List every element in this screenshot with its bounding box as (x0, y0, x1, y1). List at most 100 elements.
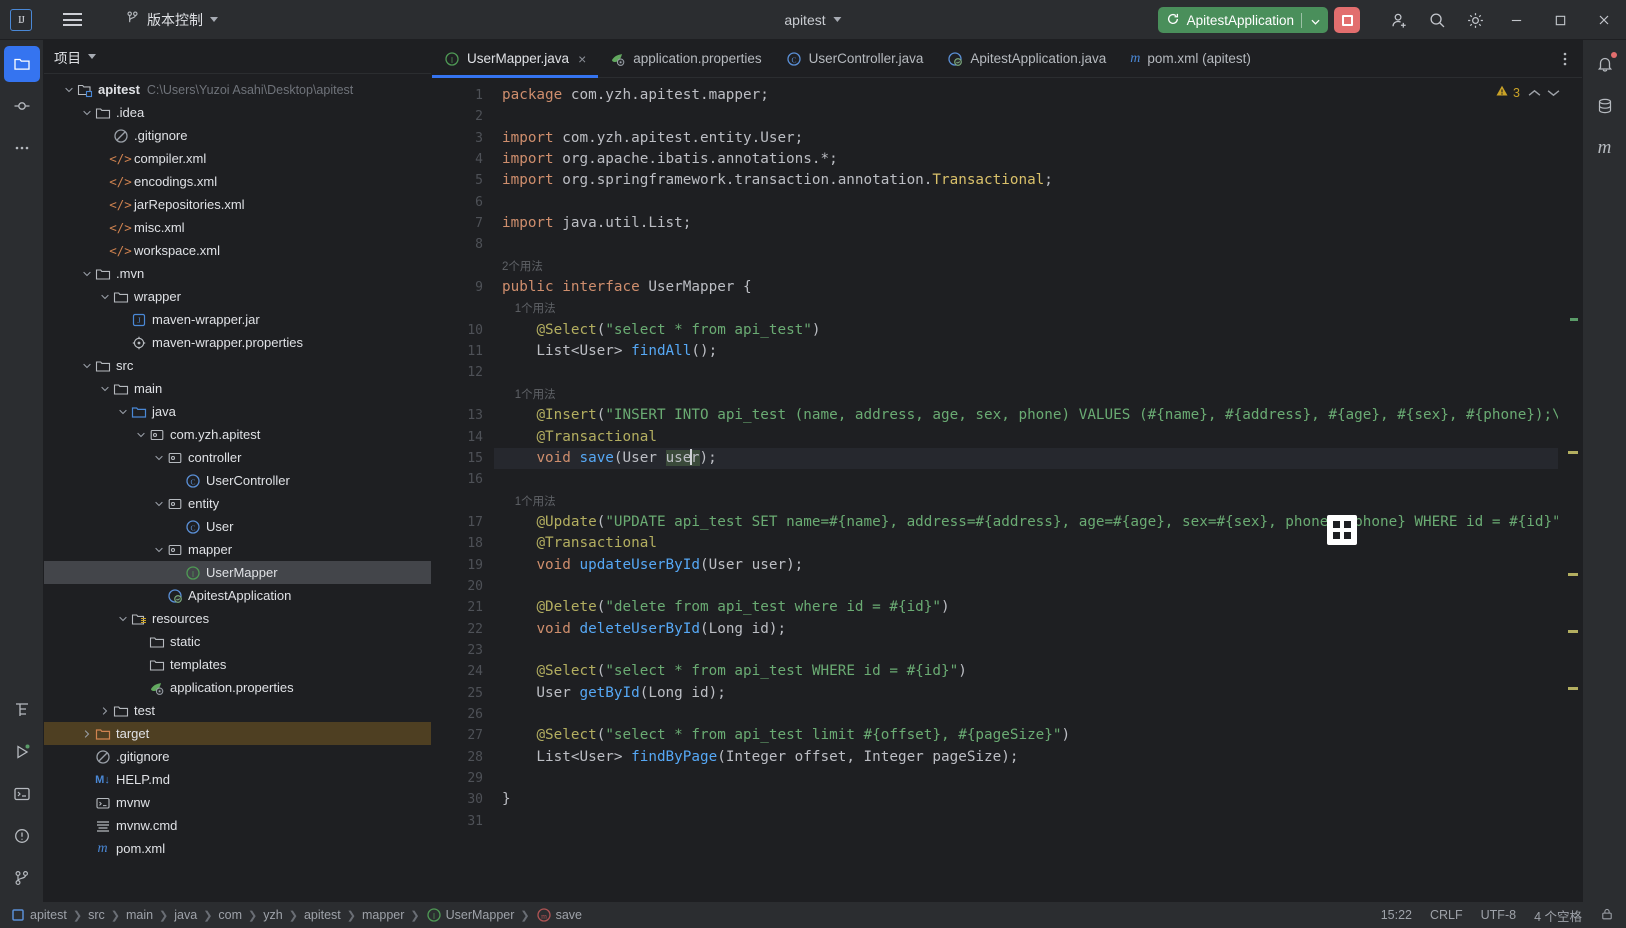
tree-node-compiler.xml[interactable]: </> compiler.xml (44, 147, 431, 170)
maximize-icon[interactable] (1538, 0, 1582, 40)
code-line[interactable]: @Select("select * from api_test limit #{… (494, 725, 1558, 746)
tree-node-templates[interactable]: templates (44, 653, 431, 676)
code-line[interactable]: package com.yzh.apitest.mapper; (494, 85, 1558, 106)
tree-node-controller[interactable]: controller (44, 446, 431, 469)
inlay-hint-usages[interactable]: 1个用法 (494, 384, 1558, 405)
intellij-idea-logo-icon[interactable]: IJ (10, 8, 32, 31)
code-line[interactable] (494, 811, 1558, 832)
tree-node-.idea[interactable]: .idea (44, 101, 431, 124)
code-line[interactable]: @Select("select * from api_test") (494, 320, 1558, 341)
lock-icon[interactable] (1600, 907, 1614, 924)
tree-node-main[interactable]: main (44, 377, 431, 400)
selected-identifier[interactable]: user (665, 448, 700, 466)
breadcrumb-item-main[interactable]: main (126, 908, 153, 922)
tree-node-src[interactable]: src (44, 354, 431, 377)
error-stripe[interactable] (1558, 78, 1582, 902)
status-line-separator[interactable]: CRLF (1430, 908, 1463, 922)
code-line[interactable]: public interface UserMapper { (494, 277, 1558, 298)
tab-usercontroller.java[interactable]: C UserController.java (774, 40, 936, 77)
code-line[interactable] (494, 704, 1558, 725)
breadcrumb-item-java[interactable]: java (174, 908, 197, 922)
sidebar-item-git[interactable] (4, 860, 40, 896)
tree-node-mvnw.cmd[interactable]: mvnw.cmd (44, 814, 431, 837)
tree-node-misc.xml[interactable]: </> misc.xml (44, 216, 431, 239)
breadcrumb-item-apitest[interactable]: apitest (10, 907, 67, 923)
stop-button[interactable] (1334, 7, 1360, 33)
breadcrumb-item-save[interactable]: m save (536, 907, 582, 923)
tree-node-mapper[interactable]: mapper (44, 538, 431, 561)
chevron-right-icon[interactable] (98, 699, 112, 722)
status-encoding[interactable]: UTF-8 (1481, 908, 1516, 922)
code-line[interactable]: import java.util.List; (494, 213, 1558, 234)
sidebar-item-more[interactable] (4, 130, 40, 166)
more-vertical-icon[interactable] (1548, 40, 1582, 77)
code-line[interactable]: List<User> findAll(); (494, 341, 1558, 362)
tree-node-maven-wrapper.jar[interactable]: Jmaven-wrapper.jar (44, 308, 431, 331)
chevron-down-icon[interactable] (152, 446, 166, 469)
code-line[interactable]: @Insert("INSERT INTO api_test (name, add… (494, 405, 1558, 426)
code-line[interactable]: @Update("UPDATE api_test SET name=#{name… (494, 512, 1558, 533)
code-line[interactable]: @Transactional (494, 533, 1558, 554)
tree-node-wrapper[interactable]: wrapper (44, 285, 431, 308)
tree-node-target[interactable]: target (44, 722, 431, 745)
breadcrumb-item-usermapper[interactable]: I UserMapper (426, 907, 514, 923)
inspection-nav[interactable] (1528, 89, 1541, 97)
code-line[interactable]: User getById(Long id); (494, 683, 1558, 704)
chevron-down-icon[interactable] (116, 607, 130, 630)
tab-pom.xml--apitest-[interactable]: m pom.xml (apitest) (1118, 40, 1263, 77)
database-icon[interactable] (1587, 88, 1623, 124)
tree-node-maven-wrapper.properties[interactable]: maven-wrapper.properties (44, 331, 431, 354)
chevron-down-icon[interactable] (1309, 13, 1324, 28)
code-line[interactable] (494, 234, 1558, 255)
inspection-nav-down[interactable] (1547, 89, 1560, 97)
tree-node-usercontroller[interactable]: C UserController (44, 469, 431, 492)
tree-node-entity[interactable]: entity (44, 492, 431, 515)
stripe-marker[interactable] (1568, 451, 1578, 454)
chevron-down-icon[interactable] (152, 538, 166, 561)
tree-node-.gitignore[interactable]: .gitignore (44, 124, 431, 147)
code-line[interactable]: import org.apache.ibatis.annotations.*; (494, 149, 1558, 170)
sidebar-item-run[interactable] (4, 734, 40, 770)
inlay-hint-usages[interactable]: 2个用法 (494, 256, 1558, 277)
tab-apitestapplication.java[interactable]: ApitestApplication.java (935, 40, 1118, 77)
code-line[interactable]: import com.yzh.apitest.entity.User; (494, 128, 1558, 149)
tree-node-workspace.xml[interactable]: </> workspace.xml (44, 239, 431, 262)
tree-node-.gitignore[interactable]: .gitignore (44, 745, 431, 768)
tree-node-encodings.xml[interactable]: </> encodings.xml (44, 170, 431, 193)
code-line[interactable]: @Select("select * from api_test WHERE id… (494, 661, 1558, 682)
stripe-marker[interactable] (1568, 687, 1578, 690)
tree-node-apitest[interactable]: apitest C:\Users\Yuzoi Asahi\Desktop\apit… (44, 78, 431, 101)
chevron-down-icon[interactable] (80, 354, 94, 377)
breadcrumb[interactable]: apitest ❯ src ❯ main ❯ java ❯ com ❯ yzh ❯ apitest ❯ ma… (10, 907, 582, 923)
inlay-hint-usages[interactable]: 1个用法 (494, 491, 1558, 512)
tree-node-application.properties[interactable]: application.properties (44, 676, 431, 699)
sidebar-item-commit[interactable] (4, 88, 40, 124)
code-line[interactable] (494, 192, 1558, 213)
sidebar-item-structure[interactable] (4, 692, 40, 728)
gear-icon[interactable] (1456, 1, 1494, 39)
tree-node-com.yzh.apitest[interactable]: com.yzh.apitest (44, 423, 431, 446)
search-icon[interactable] (1418, 1, 1456, 39)
chevron-down-icon[interactable] (80, 262, 94, 285)
breadcrumb-item-yzh[interactable]: yzh (263, 908, 282, 922)
chevron-down-icon[interactable] (98, 377, 112, 400)
chevron-right-icon[interactable] (80, 722, 94, 745)
tree-node-jarrepositories.xml[interactable]: </> jarRepositories.xml (44, 193, 431, 216)
tree-node-usermapper[interactable]: I UserMapper (44, 561, 431, 584)
inspection-widget[interactable]: 3 (1495, 84, 1560, 101)
maven-m-icon[interactable]: m (1587, 130, 1623, 166)
code-line[interactable] (494, 469, 1558, 490)
breadcrumb-item-apitest[interactable]: apitest (304, 908, 341, 922)
code-content[interactable]: package com.yzh.apitest.mapper; import c… (494, 78, 1558, 902)
notifications-bell-icon[interactable] (1587, 46, 1623, 82)
hamburger-menu-icon[interactable] (54, 2, 90, 38)
chevron-down-icon[interactable] (134, 423, 148, 446)
code-line[interactable] (494, 576, 1558, 597)
tree-node-java[interactable]: java (44, 400, 431, 423)
minimize-icon[interactable] (1494, 0, 1538, 40)
code-line[interactable]: @Transactional (494, 427, 1558, 448)
tab-application.properties[interactable]: application.properties (598, 40, 773, 77)
chevron-down-icon[interactable] (88, 54, 96, 59)
code-line[interactable] (494, 362, 1558, 383)
code-line[interactable]: void save(User user); (494, 447, 1558, 470)
